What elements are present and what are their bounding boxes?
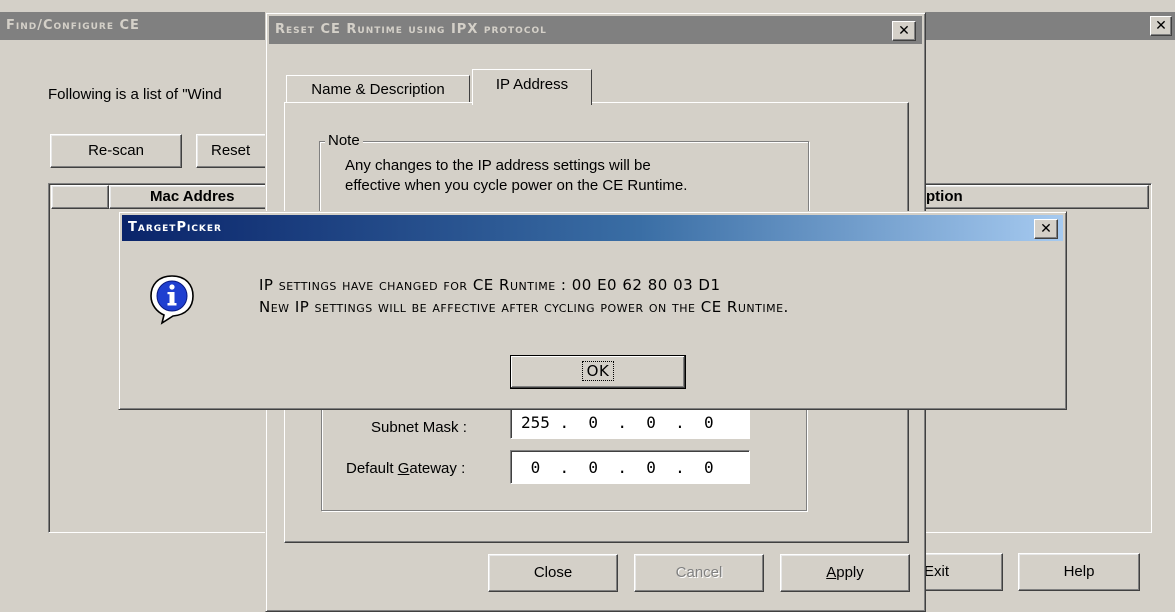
header-mac-label: Mac Addres: [150, 188, 235, 205]
gateway-label-post: ateway :: [409, 460, 466, 477]
apply-button[interactable]: Apply: [780, 554, 910, 592]
reset-dialog-titlebar[interactable]: Reset CE Runtime using IPX protocol: [269, 16, 922, 44]
help-button[interactable]: Help: [1018, 553, 1140, 591]
header-description-label: ption: [926, 188, 963, 205]
cancel-button[interactable]: Cancel: [634, 554, 764, 592]
tab-ip-address[interactable]: IP Address: [472, 69, 592, 105]
help-button-label: Help: [1063, 563, 1095, 580]
list-header-description[interactable]: ption: [919, 185, 1149, 209]
default-gateway-label: Default Gateway :: [346, 460, 465, 477]
note-text-line2: effective when you cycle power on the CE…: [345, 177, 688, 194]
apply-button-label: pply: [836, 564, 864, 581]
gateway-label-accel: G: [397, 460, 410, 477]
rescan-button[interactable]: Re-scan: [50, 134, 182, 168]
reset-dialog-close-button[interactable]: ✕: [892, 21, 916, 41]
message-line1: IP settings have changed for CE Runtime …: [259, 276, 721, 294]
close-button[interactable]: Close: [488, 554, 618, 592]
exit-button-label: Exit: [924, 563, 950, 580]
main-description: Following is a list of "Wind: [48, 86, 222, 103]
subnet-mask-label: Subnet Mask :: [371, 419, 467, 436]
ok-button-label: OK: [581, 361, 615, 381]
reset-button-label: Reset: [211, 142, 251, 159]
subnet-mask-input[interactable]: 255 . 0 . 0 . 0: [510, 405, 750, 439]
main-window-title: Find/Configure CE: [6, 18, 140, 33]
apply-button-accel: A: [826, 564, 837, 581]
note-group-label: Note: [325, 132, 363, 149]
note-text-line1: Any changes to the IP address settings w…: [345, 157, 651, 174]
message-box-close-button[interactable]: ✕: [1034, 219, 1058, 239]
main-window-close-button[interactable]: ✕: [1150, 16, 1172, 36]
close-icon: ✕: [898, 23, 910, 39]
message-box-title: TargetPicker: [128, 220, 222, 235]
close-icon: ✕: [1155, 18, 1167, 34]
gateway-label-pre: Default: [346, 460, 398, 477]
close-button-label: Close: [533, 564, 573, 581]
message-line2: New IP settings will be affective after …: [259, 298, 789, 316]
cancel-button-label: Cancel: [675, 564, 723, 581]
tab-name-description-label: Name & Description: [311, 81, 445, 98]
message-box: TargetPicker ✕ IP settings have changed …: [118, 211, 1067, 410]
close-icon: ✕: [1040, 221, 1052, 237]
default-gateway-input[interactable]: 0 . 0 . 0 . 0: [510, 450, 750, 484]
list-header-blank[interactable]: [51, 185, 109, 209]
ok-button[interactable]: OK: [510, 355, 686, 389]
reset-dialog-title: Reset CE Runtime using IPX protocol: [275, 22, 547, 37]
tab-name-description[interactable]: Name & Description: [286, 75, 470, 103]
information-icon: [147, 272, 197, 326]
rescan-button-label: Re-scan: [88, 142, 144, 159]
tab-ip-address-label: IP Address: [495, 76, 569, 93]
message-box-titlebar[interactable]: TargetPicker: [122, 215, 1063, 241]
